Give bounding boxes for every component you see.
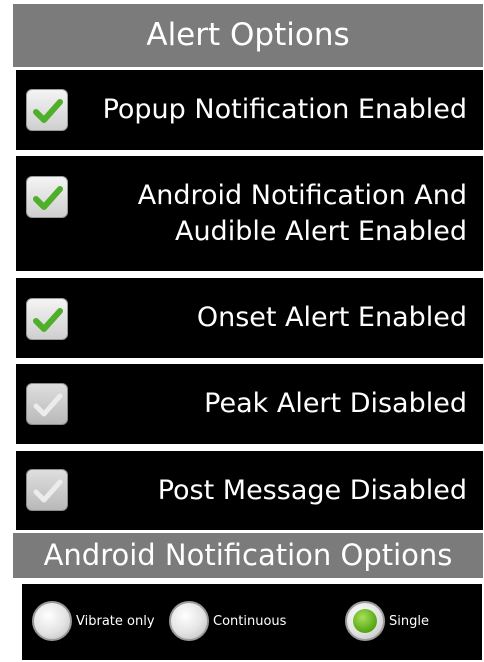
checkbox-unchecked-icon[interactable] xyxy=(26,469,68,511)
notification-options-header: Android Notification Options xyxy=(13,533,483,578)
alert-options-title: Alert Options xyxy=(146,17,350,53)
notification-radio-group: Vibrate only Continuous Single xyxy=(22,584,482,660)
radio-unselected-icon[interactable] xyxy=(169,601,209,641)
checkbox-checked-icon[interactable] xyxy=(26,298,68,340)
option-label: Onset Alert Enabled xyxy=(196,302,467,333)
option-peak-alert[interactable]: Peak Alert Disabled xyxy=(16,364,483,444)
radio-continuous[interactable]: Continuous xyxy=(169,601,286,641)
radio-label: Single xyxy=(389,613,429,629)
option-label: Post Message Disabled xyxy=(157,474,467,506)
notification-options-title: Android Notification Options xyxy=(43,538,453,572)
option-label: Peak Alert Disabled xyxy=(204,388,467,419)
option-label: Android Notification And Audible Alert E… xyxy=(137,179,467,247)
option-popup-notification[interactable]: Popup Notification Enabled xyxy=(16,70,483,150)
checkbox-checked-icon[interactable] xyxy=(26,89,68,131)
checkbox-unchecked-icon[interactable] xyxy=(26,383,68,425)
radio-label: Vibrate only xyxy=(76,613,155,629)
option-post-message[interactable]: Post Message Disabled xyxy=(16,451,483,530)
option-android-notification[interactable]: Android Notification And Audible Alert E… xyxy=(16,156,483,271)
radio-vibrate-only[interactable]: Vibrate only xyxy=(32,601,155,641)
radio-unselected-icon[interactable] xyxy=(32,601,72,641)
alert-options-header: Alert Options xyxy=(13,4,483,67)
checkbox-checked-icon[interactable] xyxy=(26,176,68,218)
option-label: Popup Notification Enabled xyxy=(102,94,467,125)
option-onset-alert[interactable]: Onset Alert Enabled xyxy=(16,278,483,358)
radio-label: Continuous xyxy=(213,613,287,629)
radio-single[interactable]: Single xyxy=(345,601,429,641)
radio-selected-icon[interactable] xyxy=(345,601,385,641)
